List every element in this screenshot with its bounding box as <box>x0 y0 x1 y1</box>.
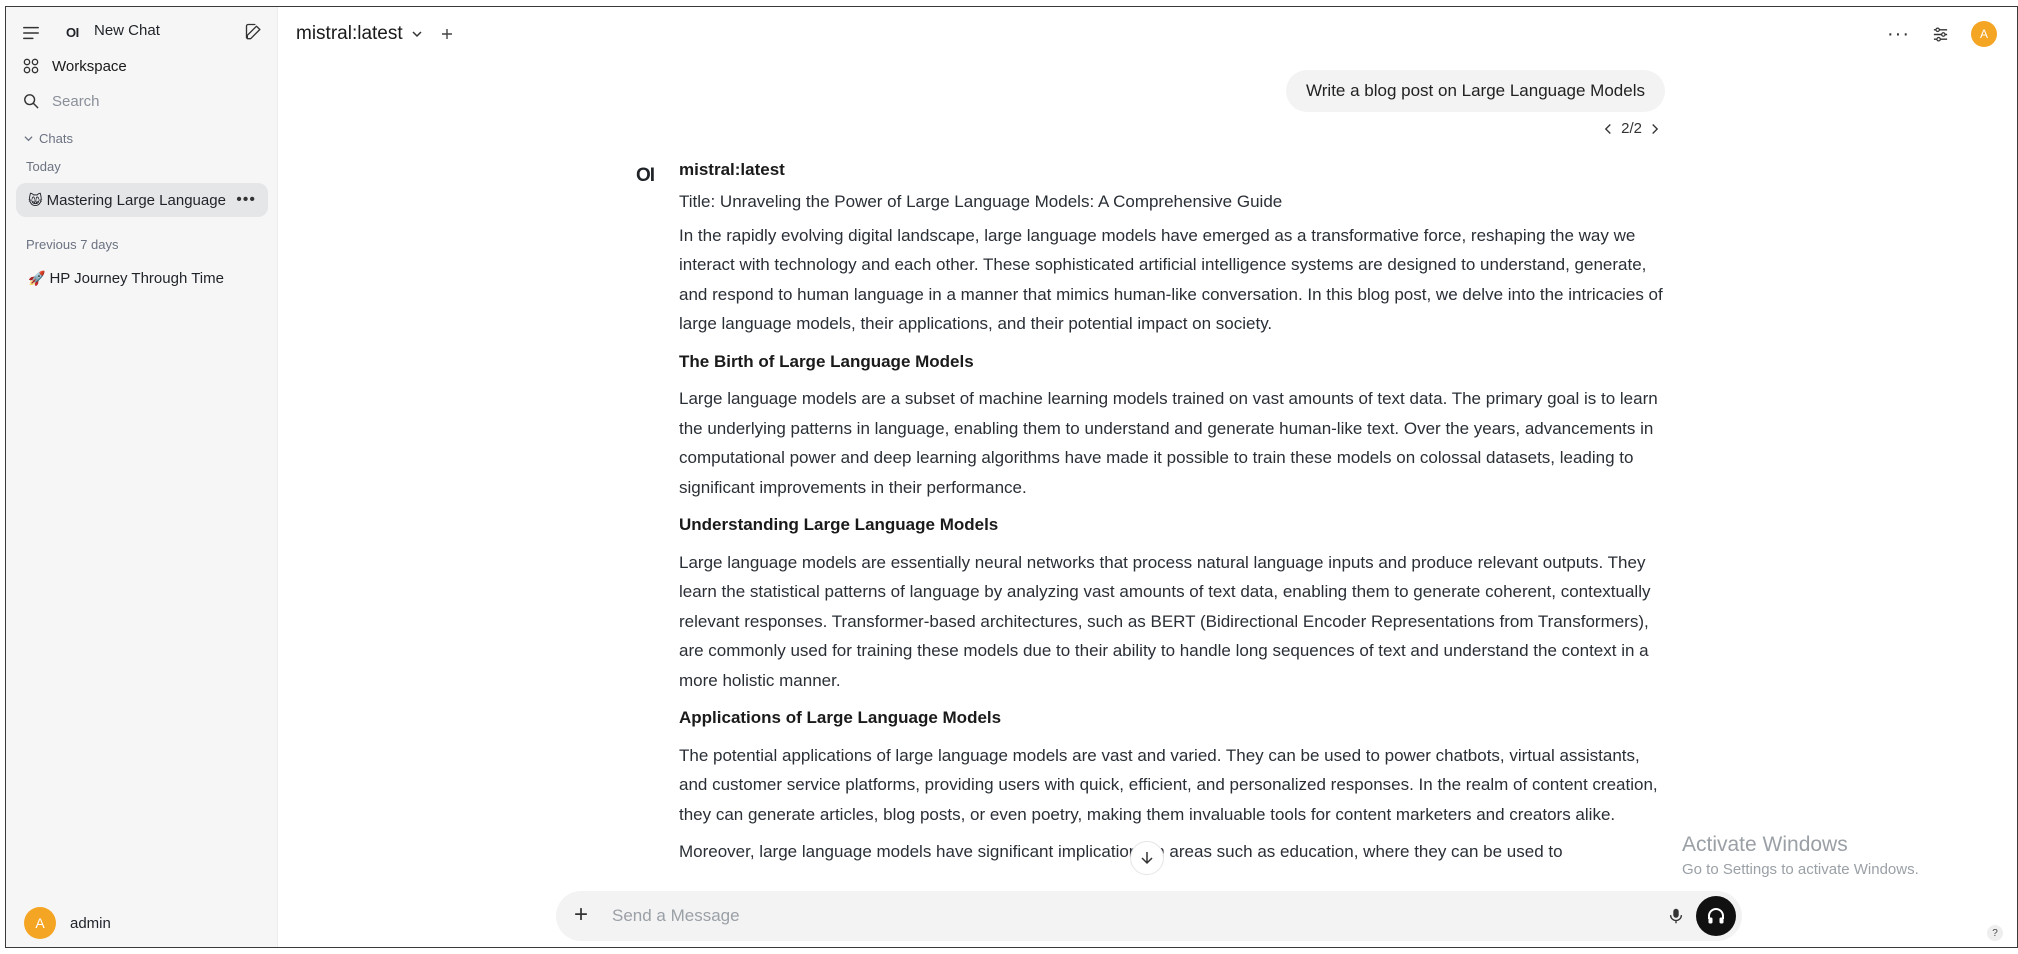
assistant-name: mistral:latest <box>679 160 785 179</box>
assistant-avatar: OI <box>636 165 655 186</box>
model-name: mistral:latest <box>296 23 403 44</box>
chat-emoji: 😸 <box>28 191 43 208</box>
response-pager: 2/2 <box>1604 120 1659 137</box>
paragraph: The potential applications of large lang… <box>679 745 1658 824</box>
assistant-message: Title: Unraveling the Power of Large Lan… <box>679 187 1669 875</box>
microphone-icon[interactable] <box>1664 904 1688 928</box>
add-model-icon[interactable] <box>441 28 453 40</box>
chat-title: Mastering Large Language Models <box>46 191 229 209</box>
paragraph: Large language models are essentially ne… <box>679 552 1651 690</box>
arrow-down-icon <box>1140 851 1154 865</box>
activate-windows-watermark: Activate Windows Go to Settings to activ… <box>1682 833 1919 878</box>
new-chat-button[interactable]: New Chat <box>94 22 160 39</box>
app-logo: OI <box>66 25 79 40</box>
voice-mode-button[interactable] <box>1696 896 1736 936</box>
compose-icon[interactable] <box>243 21 265 43</box>
chats-section-toggle[interactable]: Chats <box>24 131 73 146</box>
message-input[interactable] <box>612 904 1612 928</box>
watermark-title: Activate Windows <box>1682 833 1848 856</box>
chat-emoji: 🚀 <box>28 269 46 286</box>
user-menu[interactable]: A admin <box>24 907 111 939</box>
section-heading: Applications of Large Language Models <box>679 708 1002 727</box>
paragraph: Large language models are a subset of ma… <box>679 389 1658 497</box>
chat-title: HP Journey Through Time <box>49 269 224 287</box>
menu-icon[interactable] <box>22 24 40 42</box>
app-window: OI New Chat Workspace Chats Today 😸 <box>5 6 2018 948</box>
sidebar: OI New Chat Workspace Chats Today 😸 <box>6 7 278 947</box>
section-heading: Understanding Large Language Models <box>679 515 999 534</box>
paragraph: Moreover, large language models have sig… <box>679 842 1563 861</box>
paragraph: In the rapidly evolving digital landscap… <box>679 225 1663 334</box>
watermark-subtitle: Go to Settings to activate Windows. <box>1682 861 1919 878</box>
chat-item-hp-journey[interactable]: 🚀 HP Journey Through Time <box>16 261 268 295</box>
help-button[interactable]: ? <box>1987 925 2003 941</box>
user-message: Write a blog post on Large Language Mode… <box>1286 70 1665 112</box>
chat-options-icon[interactable]: ••• <box>236 191 256 209</box>
attach-button[interactable]: + <box>574 903 588 927</box>
section-heading: The Birth of Large Language Models <box>679 351 974 371</box>
group-label-today: Today <box>26 159 61 174</box>
headphones-icon <box>1706 906 1726 926</box>
avatar: A <box>24 907 56 939</box>
header-actions: ··· A <box>1887 21 1997 47</box>
response-title: Title: Unraveling the Power of Large Lan… <box>679 192 1283 211</box>
group-label-previous-7-days: Previous 7 days <box>26 237 119 252</box>
search-icon <box>22 92 40 110</box>
scroll-to-bottom-button[interactable] <box>1130 841 1164 875</box>
chat-item-mastering-llm[interactable]: 😸 Mastering Large Language Models ••• <box>16 183 268 217</box>
search-box[interactable] <box>22 92 252 110</box>
more-options-icon[interactable]: ··· <box>1887 23 1910 46</box>
pager-count: 2/2 <box>1621 120 1642 137</box>
chevron-down-icon <box>411 28 423 40</box>
search-input[interactable] <box>52 92 252 110</box>
chevron-left-icon[interactable] <box>1604 123 1613 135</box>
workspace-link[interactable]: Workspace <box>22 57 127 75</box>
controls-icon[interactable] <box>1932 26 1949 43</box>
chevron-right-icon[interactable] <box>1650 123 1659 135</box>
chats-header: Chats <box>39 131 73 146</box>
message-composer: + <box>556 891 1742 941</box>
chevron-down-icon <box>24 134 33 143</box>
workspace-label: Workspace <box>52 57 127 75</box>
grid-icon <box>22 57 40 75</box>
user-name: admin <box>70 914 111 932</box>
model-selector[interactable]: mistral:latest <box>296 23 453 45</box>
header-avatar[interactable]: A <box>1971 21 1997 47</box>
